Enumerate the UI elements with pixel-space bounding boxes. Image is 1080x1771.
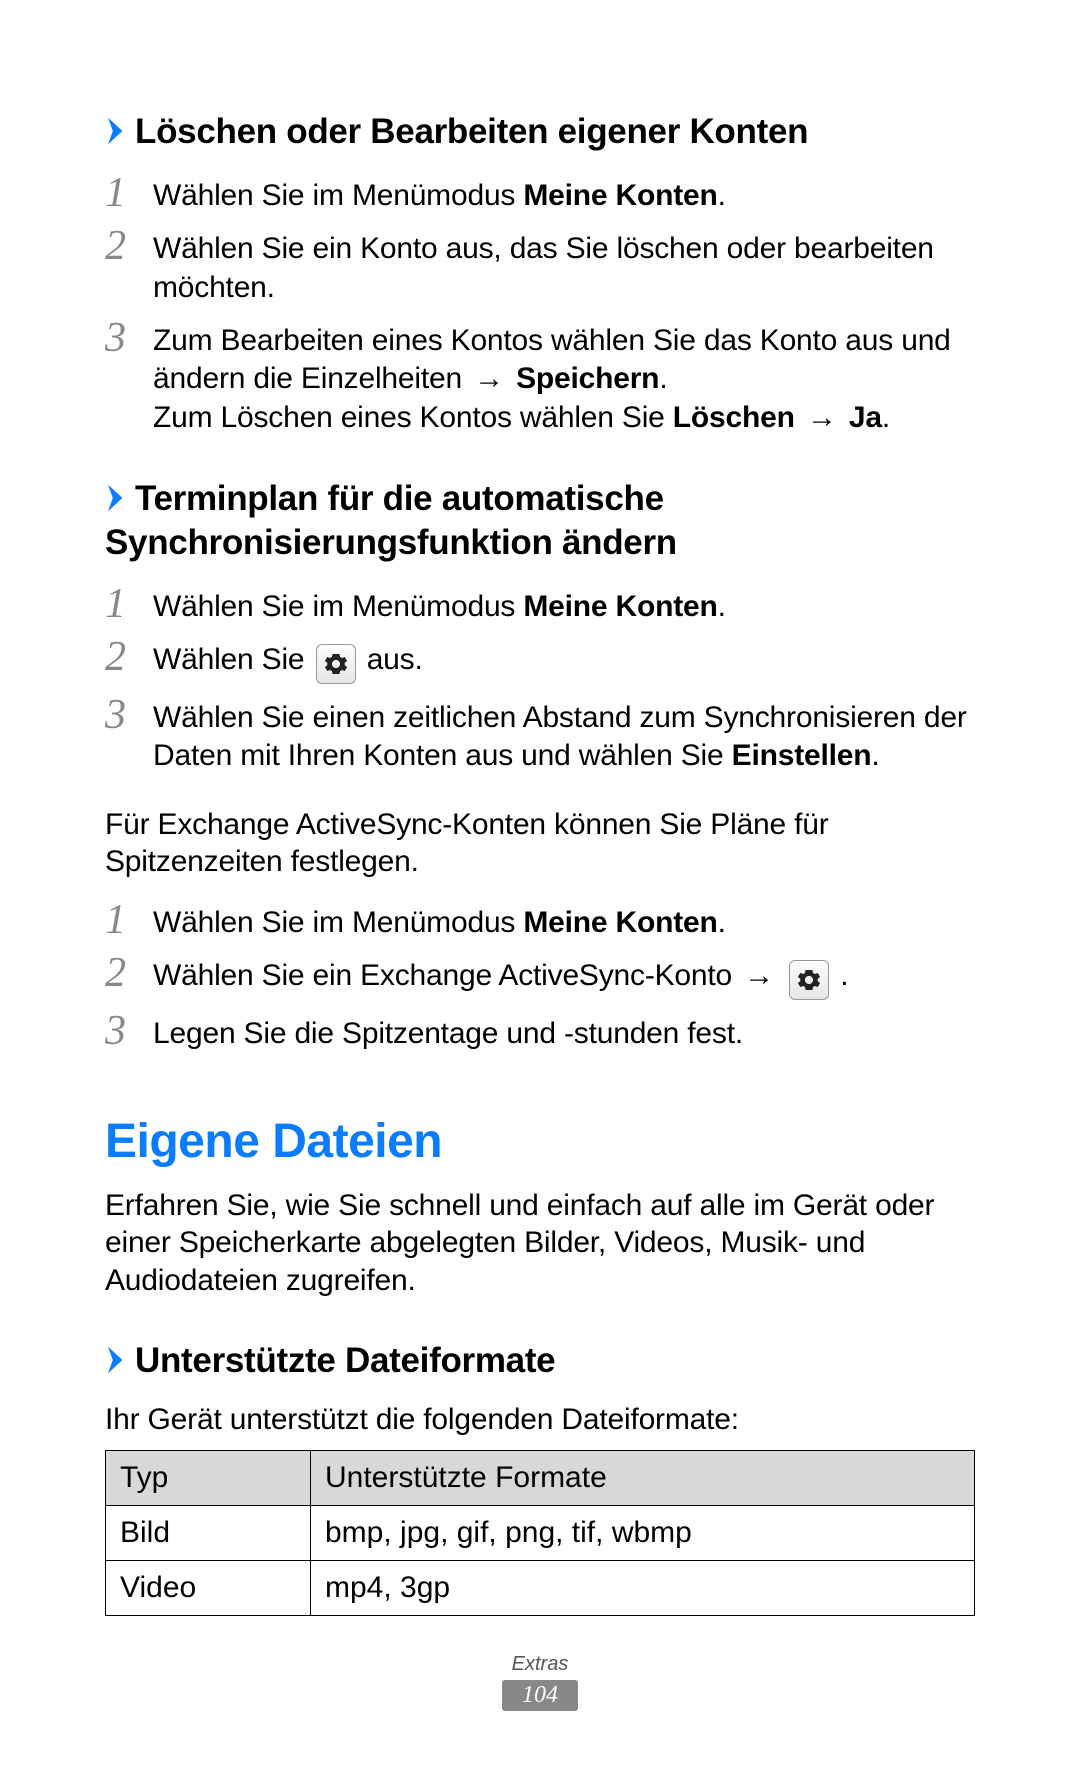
col-header-type: Typ xyxy=(106,1451,311,1506)
list-item: 1 Wählen Sie im Menümodus Meine Konten. xyxy=(105,583,975,626)
table-row: Video mp4, 3gp xyxy=(106,1561,975,1616)
step-number: 2 xyxy=(105,225,153,267)
subheading-delete-edit: Löschen oder Bearbeiten eigener Konten xyxy=(105,110,975,154)
steps-list: 1 Wählen Sie im Menümodus Meine Konten. … xyxy=(105,172,975,437)
step-number: 1 xyxy=(105,583,153,625)
step-number: 3 xyxy=(105,317,153,359)
subheading-text: Löschen oder Bearbeiten eigener Konten xyxy=(135,112,808,151)
heading-own-files: Eigene Dateien xyxy=(105,1114,975,1169)
section-sync-schedule: Terminplan für die automatische Synchron… xyxy=(105,477,975,1053)
table-row: Bild bmp, jpg, gif, png, tif, wbmp xyxy=(106,1506,975,1561)
table-row: Typ Unterstützte Formate xyxy=(106,1451,975,1506)
list-item: 3 Legen Sie die Spitzentage und -stunden… xyxy=(105,1010,975,1053)
section-delete-edit-accounts: Löschen oder Bearbeiten eigener Konten 1… xyxy=(105,110,975,437)
step-number: 3 xyxy=(105,694,153,736)
step-text: Wählen Sie einen zeitlichen Abstand zum … xyxy=(153,694,975,776)
subheading-text: Terminplan für die automatische Synchron… xyxy=(105,479,677,562)
list-item: 1 Wählen Sie im Menümodus Meine Konten. xyxy=(105,172,975,215)
list-item: 2 Wählen Sie aus. xyxy=(105,636,975,684)
paragraph: Ihr Gerät unterstützt die folgenden Date… xyxy=(105,1401,975,1439)
paragraph: Für Exchange ActiveSync-Konten können Si… xyxy=(105,806,975,881)
cell-type: Video xyxy=(106,1561,311,1616)
step-text: Wählen Sie im Menümodus Meine Konten. xyxy=(153,583,975,626)
paragraph: Erfahren Sie, wie Sie schnell und einfac… xyxy=(105,1187,975,1300)
section-own-files: Eigene Dateien Erfahren Sie, wie Sie sch… xyxy=(105,1114,975,1300)
step-text: Wählen Sie aus. xyxy=(153,636,975,684)
step-number: 1 xyxy=(105,899,153,941)
gear-icon xyxy=(789,960,829,1000)
chevron-icon xyxy=(105,115,127,147)
col-header-formats: Unterstützte Formate xyxy=(311,1451,975,1506)
cell-type: Bild xyxy=(106,1506,311,1561)
cell-formats: mp4, 3gp xyxy=(311,1561,975,1616)
step-number: 1 xyxy=(105,172,153,214)
list-item: 2 Wählen Sie ein Exchange ActiveSync-Kon… xyxy=(105,952,975,1000)
list-item: 3 Zum Bearbeiten eines Kontos wählen Sie… xyxy=(105,317,975,437)
step-text: Wählen Sie im Menümodus Meine Konten. xyxy=(153,172,975,215)
list-item: 1 Wählen Sie im Menümodus Meine Konten. xyxy=(105,899,975,942)
step-number: 2 xyxy=(105,952,153,994)
step-text: Wählen Sie ein Konto aus, das Sie lösche… xyxy=(153,225,975,307)
step-text: Legen Sie die Spitzentage und -stunden f… xyxy=(153,1010,975,1053)
section-file-formats: Unterstützte Dateiformate Ihr Gerät unte… xyxy=(105,1339,975,1616)
page-number-badge: 104 xyxy=(502,1680,578,1711)
step-text: Wählen Sie im Menümodus Meine Konten. xyxy=(153,899,975,942)
chevron-icon xyxy=(105,482,127,514)
list-item: 3 Wählen Sie einen zeitlichen Abstand zu… xyxy=(105,694,975,776)
subheading-sync-schedule: Terminplan für die automatische Synchron… xyxy=(105,477,975,565)
subheading-file-formats: Unterstützte Dateiformate xyxy=(105,1339,975,1383)
chevron-icon xyxy=(105,1344,127,1376)
step-number: 3 xyxy=(105,1010,153,1052)
cell-formats: bmp, jpg, gif, png, tif, wbmp xyxy=(311,1506,975,1561)
manual-page: Löschen oder Bearbeiten eigener Konten 1… xyxy=(0,0,1080,1771)
steps-list: 1 Wählen Sie im Menümodus Meine Konten. … xyxy=(105,583,975,776)
steps-list: 1 Wählen Sie im Menümodus Meine Konten. … xyxy=(105,899,975,1054)
step-text: Wählen Sie ein Exchange ActiveSync-Konto… xyxy=(153,952,975,1000)
subheading-text: Unterstützte Dateiformate xyxy=(135,1341,555,1380)
list-item: 2 Wählen Sie ein Konto aus, das Sie lösc… xyxy=(105,225,975,307)
footer-section-label: Extras xyxy=(0,1653,1080,1676)
page-footer: Extras 104 xyxy=(0,1653,1080,1711)
step-number: 2 xyxy=(105,636,153,678)
step-text: Zum Bearbeiten eines Kontos wählen Sie d… xyxy=(153,317,975,437)
formats-table: Typ Unterstützte Formate Bild bmp, jpg, … xyxy=(105,1450,975,1616)
gear-icon xyxy=(316,644,356,684)
